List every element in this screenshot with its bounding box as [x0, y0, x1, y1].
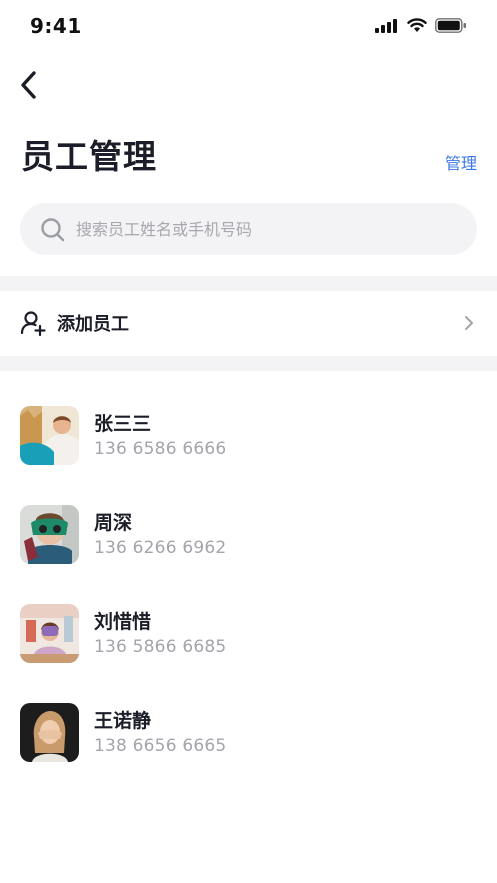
list-item[interactable]: 刘惜惜 136 5866 6685: [0, 601, 497, 681]
employee-phone: 136 6586 6666: [94, 439, 227, 459]
employee-name: 周深: [94, 512, 133, 534]
section-divider: [0, 276, 497, 291]
avatar: [20, 604, 79, 663]
employee-phone: 136 5866 6685: [94, 637, 227, 657]
employee-phone: 136 6266 6962: [94, 538, 227, 558]
search-bar[interactable]: [20, 203, 477, 255]
list-item[interactable]: 周深 136 6266 6962: [0, 502, 497, 582]
employee-name: 刘惜惜: [94, 611, 152, 633]
search-input[interactable]: [76, 203, 456, 255]
employee-phone: 138 6656 6665: [94, 736, 227, 756]
employee-name: 王诺静: [94, 710, 152, 732]
section-divider: [0, 356, 497, 371]
back-button[interactable]: [14, 66, 44, 104]
signal-icon: [375, 18, 397, 33]
add-employee-row[interactable]: 添加员工: [0, 290, 497, 356]
wifi-icon: [407, 18, 427, 32]
status-bar: 9:41: [0, 0, 497, 56]
list-item[interactable]: 张三三 136 6586 6666: [0, 403, 497, 483]
battery-icon: [435, 18, 466, 33]
avatar: [20, 505, 79, 564]
avatar: [20, 406, 79, 465]
add-user-icon: [20, 311, 46, 336]
back-arrow-icon: [21, 71, 36, 99]
list-item[interactable]: 王诺静 138 6656 6665: [0, 700, 497, 780]
manage-button[interactable]: 管理: [445, 150, 477, 174]
add-employee-label: 添加员工: [57, 314, 129, 335]
status-icons: [375, 18, 467, 33]
avatar: [20, 703, 79, 762]
status-time: 9:41: [30, 14, 82, 38]
page-title: 员工管理: [21, 137, 157, 176]
employee-name: 张三三: [94, 413, 152, 435]
search-icon: [41, 218, 65, 242]
chevron-right-icon: [465, 316, 473, 330]
